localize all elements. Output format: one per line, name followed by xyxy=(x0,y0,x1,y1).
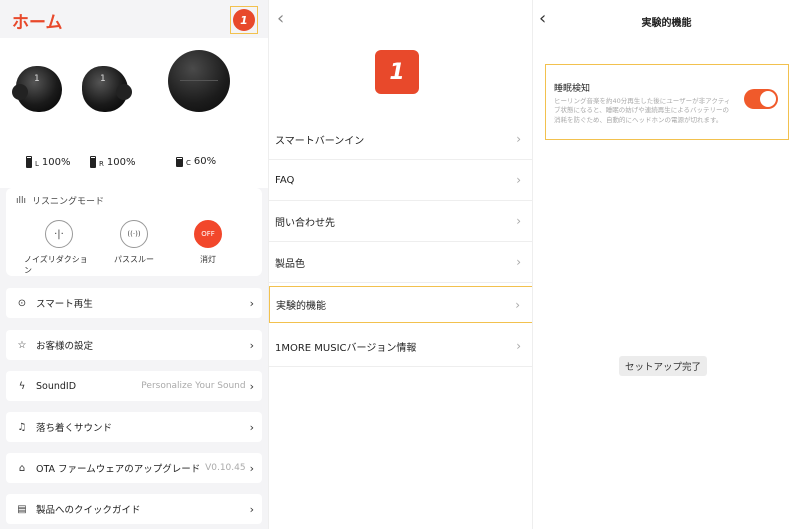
settings-panel: ‹ 1 スマートバーンイン › FAQ › 問い合わせ先 › 製品色 › 実験的… xyxy=(268,0,532,529)
settings-item-product-color[interactable]: 製品色 › xyxy=(269,242,532,283)
chevron-right-icon: › xyxy=(249,379,254,393)
customer-settings-icon: ☆ xyxy=(17,339,27,351)
chevron-right-icon: › xyxy=(249,502,254,516)
calm-sound-icon: ♫ xyxy=(17,421,27,433)
settings-item-contact[interactable]: 問い合わせ先 › xyxy=(269,201,532,242)
brand-logo-button[interactable]: 1 xyxy=(230,6,258,34)
waveform-icon: ıllı xyxy=(16,195,27,206)
chevron-right-icon: › xyxy=(249,296,254,310)
listening-mode-card: ıllı リスニングモード ·|· ノイズリダクション ((·)) パススルー … xyxy=(6,188,262,276)
page-title: 実験的機能 xyxy=(641,18,692,29)
page-title: ホーム xyxy=(12,13,63,33)
settings-item-version-info[interactable]: 1MORE MUSICバージョン情報 › xyxy=(269,326,532,367)
right-earbud-image: 1 xyxy=(82,66,132,112)
chevron-right-icon: › xyxy=(516,255,521,269)
chevron-right-icon: › xyxy=(249,338,254,352)
smart-play-icon: ⊙ xyxy=(17,297,27,309)
menu-quick-guide[interactable]: ▤ 製品へのクイックガイド › xyxy=(6,494,262,524)
listening-mode-header: ıllı リスニングモード xyxy=(16,195,105,208)
home-panel: ホーム 1 1 1 L 100% R 100% C 60% ıllı リスニング… xyxy=(0,0,268,529)
sleep-detection-toggle[interactable] xyxy=(744,89,778,109)
charging-case-image xyxy=(168,50,230,112)
chevron-right-icon: › xyxy=(249,420,254,434)
off-icon: OFF xyxy=(194,220,222,248)
menu-soundid[interactable]: ϟ SoundID Personalize Your Sound › xyxy=(6,371,262,401)
menu-customer-settings[interactable]: ☆ お客様の設定 › xyxy=(6,330,262,360)
brand-logo-icon: 1 xyxy=(233,9,255,31)
battery-icon xyxy=(176,156,183,167)
feature-description: ヒーリング音楽を約40分再生した後にユーザーが非アクティブ状態になると、睡眠の妨… xyxy=(554,97,731,124)
settings-item-experimental[interactable]: 実験的機能 › xyxy=(269,286,532,323)
mode-noise-reduction[interactable]: ·|· ノイズリダクション xyxy=(24,220,94,276)
chevron-right-icon: › xyxy=(516,132,521,146)
menu-calm-sound[interactable]: ♫ 落ち着くサウンド › xyxy=(6,412,262,442)
menu-smart-play[interactable]: ⊙ スマート再生 › xyxy=(6,288,262,318)
settings-item-smart-burn-in[interactable]: スマートバーンイン › xyxy=(269,119,532,160)
battery-left: L 100% xyxy=(26,156,71,168)
chevron-right-icon: › xyxy=(249,461,254,475)
device-image-area: 1 1 L 100% R 100% C 60% xyxy=(0,38,268,188)
mode-off[interactable]: OFF 消灯 xyxy=(182,220,234,265)
feature-name: 睡眠検知 xyxy=(554,84,591,94)
soundid-icon: ϟ xyxy=(18,380,26,392)
chevron-right-icon: › xyxy=(516,339,521,353)
setup-complete-toast: セットアップ完了 xyxy=(619,356,708,376)
chevron-right-icon: › xyxy=(516,214,521,228)
quick-guide-icon: ▤ xyxy=(17,503,27,515)
toggle-knob xyxy=(760,91,776,107)
battery-right: R 100% xyxy=(90,156,135,168)
left-earbud-image: 1 xyxy=(12,66,62,112)
chevron-right-icon: › xyxy=(516,173,521,187)
settings-item-faq[interactable]: FAQ › xyxy=(269,160,532,201)
noise-reduction-icon: ·|· xyxy=(45,220,73,248)
battery-icon xyxy=(26,156,32,168)
sleep-detection-setting: 睡眠検知 ヒーリング音楽を約40分再生した後にユーザーが非アクティブ状態になると… xyxy=(545,64,789,140)
experimental-panel: ‹ 実験的機能 睡眠検知 ヒーリング音楽を約40分再生した後にユーザーが非アクテ… xyxy=(532,0,800,529)
menu-ota-upgrade[interactable]: ⌂ OTA ファームウェアのアップグレード V0.10.45 › xyxy=(6,453,262,483)
mode-passthrough[interactable]: ((·)) パススルー xyxy=(104,220,164,265)
chevron-right-icon: › xyxy=(515,297,520,312)
ota-upgrade-icon: ⌂ xyxy=(18,462,26,474)
battery-icon xyxy=(90,156,96,168)
passthrough-icon: ((·)) xyxy=(120,220,148,248)
battery-case: C 60% xyxy=(176,156,216,167)
back-chevron-icon[interactable]: ‹ xyxy=(277,8,284,29)
brand-logo-icon: 1 xyxy=(375,50,419,94)
